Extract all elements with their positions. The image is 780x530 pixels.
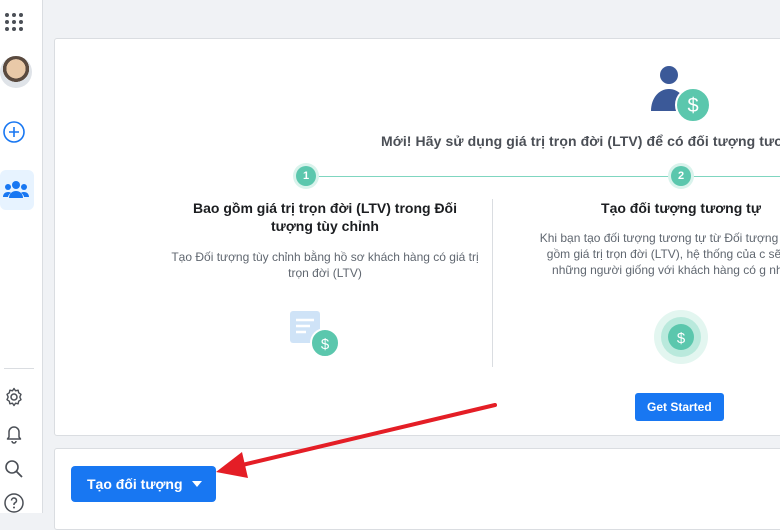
audience-actions-panel: Tạo đối tượng xyxy=(54,448,780,530)
bell-icon[interactable] xyxy=(3,422,25,444)
svg-text:$: $ xyxy=(321,336,330,353)
step-2-description: Khi bạn tạo đối tượng tương tự từ Đối tư… xyxy=(539,231,780,277)
svg-text:$: $ xyxy=(677,330,686,347)
create-audience-label: Tạo đối tượng xyxy=(87,476,183,492)
gear-icon[interactable] xyxy=(3,386,25,408)
step-2-title: Tạo đối tượng tương tự xyxy=(601,200,761,216)
create-audience-dropdown-button[interactable]: Tạo đối tượng xyxy=(71,466,216,502)
help-icon[interactable] xyxy=(3,492,25,514)
person-dollar-icon: $ xyxy=(649,65,713,123)
audiences-icon xyxy=(3,181,29,198)
svg-text:$: $ xyxy=(687,95,698,117)
step-2-badge: 2 xyxy=(671,166,691,186)
profile-avatar[interactable] xyxy=(0,56,32,88)
column-divider xyxy=(492,199,493,367)
step-1-description: Tạo Đối tượng tùy chỉnh bằng hồ sơ khách… xyxy=(171,250,479,280)
step-1-title: Bao gồm giá trị trọn đời (LTV) trong Đối… xyxy=(193,200,457,234)
plus-circle-icon[interactable] xyxy=(2,120,26,144)
lookalike-dollar-icon: $ xyxy=(653,309,709,365)
ltv-promo-card: $ Mới! Hãy sử dụng giá trị trọn đời (LTV… xyxy=(54,38,780,436)
audiences-nav-item[interactable] xyxy=(0,170,34,210)
caret-down-icon xyxy=(192,481,202,487)
apps-grid-icon[interactable] xyxy=(4,12,24,32)
document-dollar-icon: $ xyxy=(288,309,344,361)
search-icon[interactable] xyxy=(3,458,25,480)
step-connector xyxy=(305,176,780,177)
rail-divider xyxy=(4,368,34,369)
get-started-button[interactable]: Get Started xyxy=(635,393,724,421)
promo-headline: Mới! Hãy sử dụng giá trị trọn đời (LTV) … xyxy=(381,133,780,149)
step-1-badge: 1 xyxy=(296,166,316,186)
left-rail xyxy=(0,0,43,513)
